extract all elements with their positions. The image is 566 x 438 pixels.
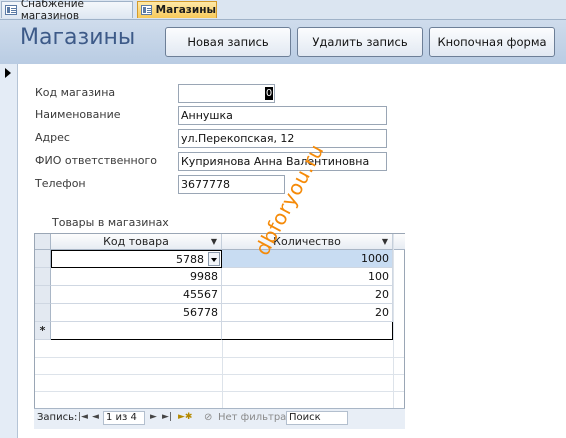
grid-line [35, 391, 404, 392]
form-icon [5, 5, 17, 15]
record-label: Запись: [37, 412, 78, 423]
store-name-field[interactable]: Аннушка [178, 106, 387, 125]
store-code-field[interactable]: 0 [178, 84, 275, 103]
store-code-label: Код магазина [35, 86, 116, 99]
tab-stores[interactable]: Магазины [137, 1, 217, 18]
row-selector[interactable] [35, 268, 51, 286]
quantity-cell[interactable]: 100 [222, 268, 393, 286]
tab-label: Магазины [155, 4, 216, 16]
tab-label: Снабжение магазинов [20, 0, 84, 22]
new-record-nav-icon[interactable]: ►✱ [178, 412, 192, 422]
form-icon [141, 5, 152, 15]
product-code-value: 5788 [176, 253, 204, 266]
grid-line [35, 374, 404, 375]
new-quantity-cell[interactable] [222, 322, 393, 340]
row-selector[interactable] [35, 304, 51, 322]
address-field[interactable]: ул.Перекопская, 12 [178, 129, 387, 148]
filter-icon: ⊘ [204, 412, 213, 423]
column-header-empty [393, 234, 405, 250]
current-record-arrow-icon [5, 68, 11, 78]
search-input[interactable]: Поиск [286, 411, 348, 425]
manager-field[interactable]: Куприянова Анна Валентиновна [178, 152, 387, 171]
store-name-label: Наименование [35, 108, 121, 121]
product-code-cell[interactable]: 56778 [51, 304, 222, 322]
sort-dropdown-icon[interactable]: ▼ [382, 234, 388, 249]
first-record-icon[interactable]: |◄ [78, 412, 88, 422]
new-product-code-cell[interactable] [51, 322, 222, 340]
record-position-field[interactable]: 1 из 4 [103, 411, 145, 425]
phone-field[interactable]: 3677778 [178, 175, 285, 194]
last-record-icon[interactable]: ►| [162, 412, 172, 422]
previous-record-icon[interactable]: ◄ [92, 412, 99, 422]
new-row-selector[interactable]: * [35, 322, 51, 340]
column-header-quantity[interactable]: Количество ▼ [222, 234, 393, 250]
form-header: Магазины Новая запись Удалить запись Кно… [0, 20, 566, 64]
record-navigation-bar: Запись: |◄ ◄ 1 из 4 ► ►| ►✱ ⊘ Нет фильтр… [34, 408, 405, 429]
store-code-value: 0 [265, 87, 273, 100]
next-record-icon[interactable]: ► [150, 412, 157, 422]
product-code-cell[interactable]: 5788 [51, 250, 222, 268]
new-record-button[interactable]: Новая запись [165, 27, 291, 57]
record-selector[interactable] [0, 64, 18, 438]
subform-caption: Товары в магазинах [52, 216, 169, 229]
phone-label: Телефон [35, 177, 86, 190]
switchboard-button[interactable]: Кнопочная форма [429, 27, 555, 57]
tab-supply-stores[interactable]: Снабжение магазинов [1, 0, 133, 22]
quantity-cell[interactable]: 20 [222, 286, 393, 304]
grid-line [35, 357, 404, 358]
document-tab-bar: Снабжение магазинов Магазины [0, 0, 566, 22]
sort-dropdown-icon[interactable]: ▼ [211, 234, 217, 249]
quantity-cell[interactable]: 20 [222, 304, 393, 322]
column-header-label: Количество [273, 235, 341, 248]
manager-label: ФИО ответственного [35, 154, 157, 167]
address-label: Адрес [35, 131, 70, 144]
select-all-corner[interactable] [35, 234, 51, 250]
delete-record-button[interactable]: Удалить запись [297, 27, 423, 57]
grid-line [393, 234, 394, 408]
column-header-product-code[interactable]: Код товара ▼ [51, 234, 222, 250]
combo-dropdown-button[interactable] [208, 252, 220, 266]
form-title: Магазины [20, 25, 136, 50]
quantity-cell[interactable]: 1000 [222, 250, 393, 268]
row-selector[interactable] [35, 250, 51, 268]
filter-status[interactable]: Нет фильтра [218, 412, 286, 423]
products-datasheet[interactable]: Код товара ▼ Количество ▼ 5788 1000 9988… [34, 233, 405, 428]
product-code-cell[interactable]: 45567 [51, 286, 222, 304]
product-code-cell[interactable]: 9988 [51, 268, 222, 286]
row-selector[interactable] [35, 286, 51, 304]
column-header-label: Код товара [103, 235, 169, 248]
